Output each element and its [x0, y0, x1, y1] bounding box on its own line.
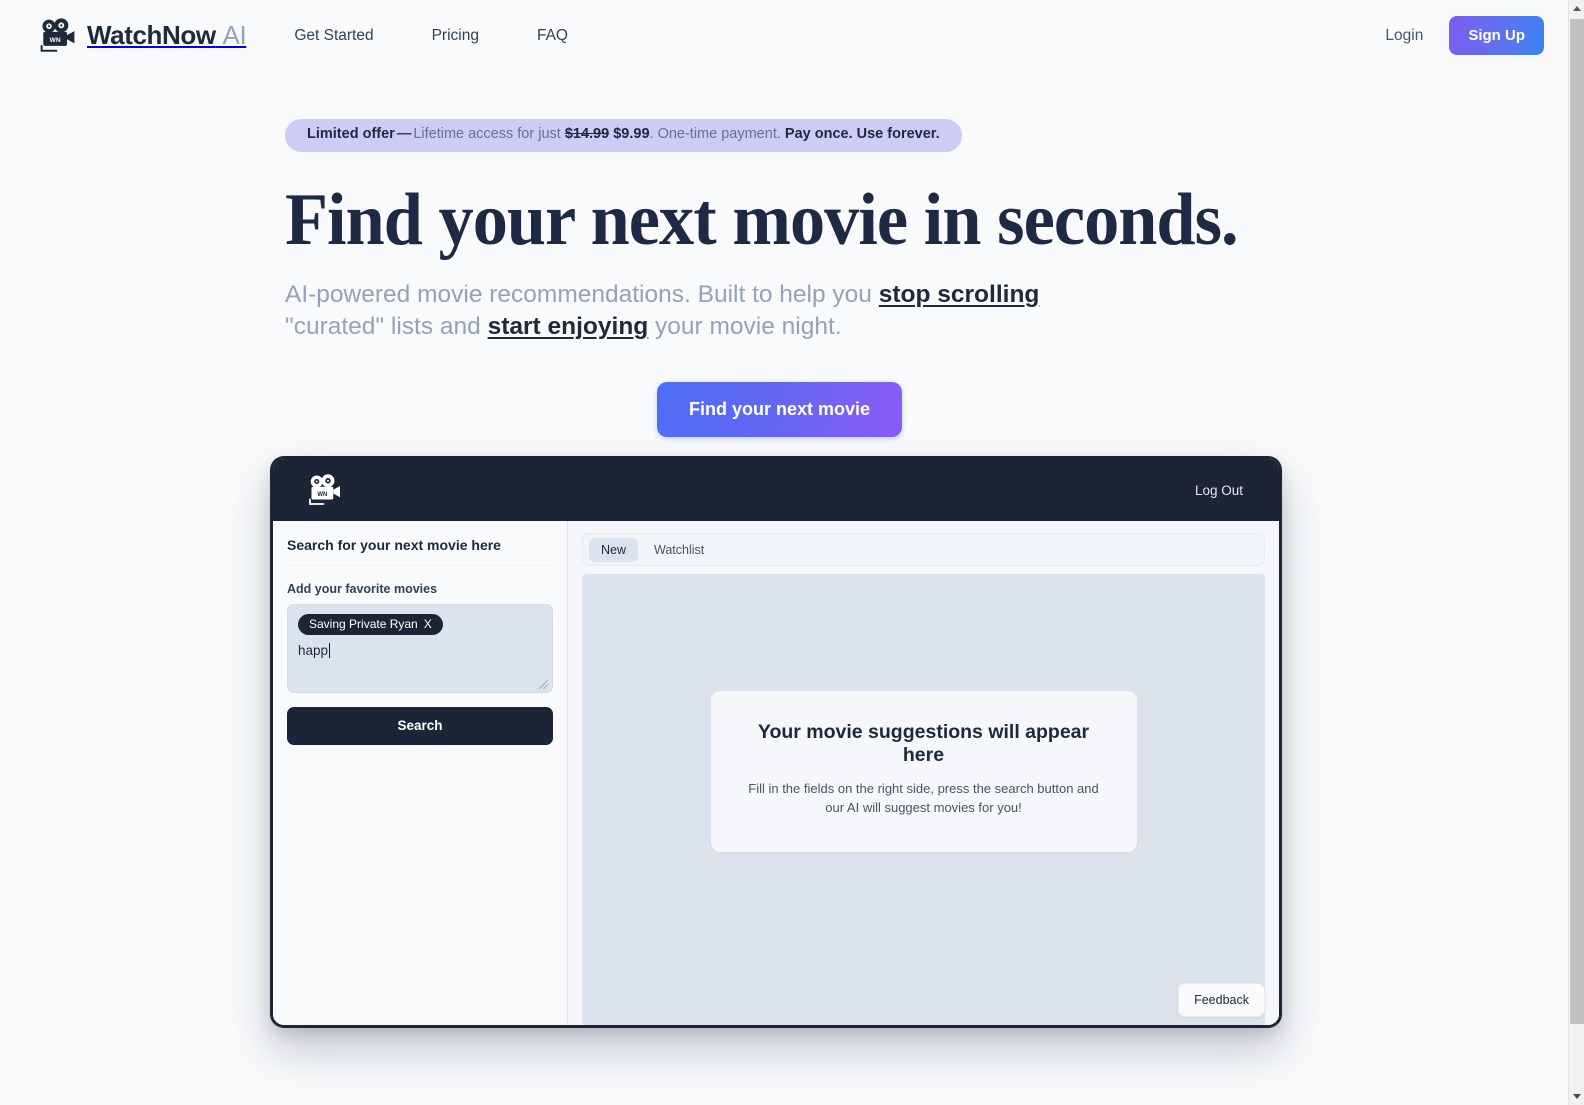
scroll-down-arrow-icon[interactable] [1569, 1088, 1584, 1105]
tab-bar: New Watchlist [582, 533, 1265, 566]
movie-chip[interactable]: Saving Private Ryan X [298, 614, 443, 635]
page-scrollbar[interactable] [1568, 0, 1584, 1105]
typed-text: happ [298, 643, 329, 658]
subhead-accent-start-enjoying: start enjoying [487, 313, 649, 341]
offer-new-price: $9.99 [613, 126, 650, 142]
svg-text:WN: WN [317, 492, 327, 498]
app-preview-inner: WN Log Out Search for your next movie he… [273, 459, 1279, 1025]
page-title: Find your next movie in seconds. [285, 178, 1239, 261]
offer-old-price: $14.99 [564, 126, 610, 142]
app-body: Search for your next movie here Add your… [273, 521, 1279, 1025]
results-area: Your movie suggestions will appear here … [582, 574, 1265, 1025]
scroll-up-arrow-icon[interactable] [1569, 0, 1584, 17]
text-caret [329, 643, 331, 658]
typed-text-row: happ [298, 643, 542, 658]
movie-chip-label: Saving Private Ryan [309, 617, 418, 631]
tab-new[interactable]: New [589, 537, 639, 562]
offer-dash: — [396, 126, 412, 142]
log-out-link[interactable]: Log Out [1195, 483, 1243, 498]
brand-logo-link[interactable]: WN WatchNow AI [38, 17, 247, 54]
hero-section: Limited offer — Lifetime access for just $… [0, 71, 1568, 437]
favorite-movies-input[interactable]: Saving Private Ryan X happ [287, 604, 553, 693]
movie-camera-icon: WN [40, 17, 75, 52]
top-navbar: WN WatchNow AI Get Started Pricing FAQ L… [0, 0, 1568, 71]
page-root: WN WatchNow AI Get Started Pricing FAQ L… [0, 0, 1568, 1105]
find-next-movie-button[interactable]: Find your next movie [657, 381, 903, 437]
sidebar-title: Search for your next movie here [287, 537, 553, 566]
limited-offer-banner: Limited offer — Lifetime access for just $… [285, 119, 962, 152]
sign-up-button[interactable]: Sign Up [1449, 16, 1544, 55]
hero-subtitle: AI-powered movie recommendations. Built … [285, 279, 1075, 344]
resize-handle-icon[interactable] [538, 679, 549, 690]
movie-camera-icon: WN [309, 473, 340, 505]
scrollbar-thumb[interactable] [1570, 19, 1584, 1024]
app-header: WN Log Out [273, 459, 1279, 521]
search-button[interactable]: Search [287, 707, 553, 745]
cta-wrapper: Find your next movie [285, 381, 1568, 437]
app-main-panel: New Watchlist Your movie suggestions wil… [568, 521, 1279, 1025]
suggestions-placeholder-card: Your movie suggestions will appear here … [710, 691, 1137, 852]
feedback-button[interactable]: Feedback [1178, 983, 1265, 1017]
offer-lead: Limited offer [307, 126, 395, 142]
favorite-movies-label: Add your favorite movies [287, 582, 438, 596]
subhead-accent-stop-scrolling: stop scrolling [878, 280, 1040, 308]
subhead-part-1: AI-powered movie recommendations. Built … [285, 280, 879, 308]
app-sidebar: Search for your next movie here Add your… [273, 521, 568, 1025]
offer-emphasis: Pay once. Use forever. [784, 126, 940, 142]
offer-text-middle: . One-time payment. [649, 126, 781, 142]
offer-text-before: Lifetime access for just [413, 126, 561, 142]
subhead-part-2: "curated" lists and [285, 313, 488, 341]
nav-link-pricing[interactable]: Pricing [432, 27, 479, 45]
nav-actions: Login Sign Up [1385, 16, 1544, 55]
subhead-part-3: your movie night. [648, 313, 842, 341]
nav-links: Get Started Pricing FAQ [294, 27, 568, 45]
nav-link-faq[interactable]: FAQ [537, 27, 568, 45]
nav-link-get-started[interactable]: Get Started [294, 27, 373, 45]
login-link[interactable]: Login [1385, 27, 1423, 45]
tab-watchlist[interactable]: Watchlist [642, 538, 716, 562]
brand-name: WatchNow AI [87, 20, 247, 50]
app-preview-window: WN Log Out Search for your next movie he… [270, 456, 1282, 1028]
svg-text:WN: WN [50, 37, 61, 44]
close-icon[interactable]: X [424, 618, 432, 630]
placeholder-title: Your movie suggestions will appear here [757, 721, 1090, 767]
placeholder-subtitle: Fill in the fields on the right side, pr… [748, 781, 1099, 815]
